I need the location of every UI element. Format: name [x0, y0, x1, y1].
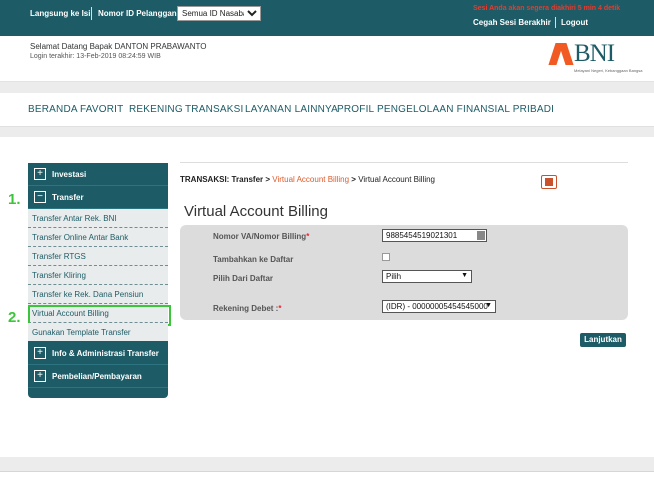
print-icon[interactable]	[541, 175, 557, 189]
sidebar: + Investasi − Transfer Transfer Antar Re…	[28, 163, 171, 398]
divider	[555, 17, 556, 28]
sidebar-item-info-admin[interactable]: + Info & Administrasi Transfer	[28, 342, 168, 365]
va-number-input[interactable]: 9885454519021301	[382, 229, 487, 242]
nav-favorit[interactable]: FAVORIT	[80, 104, 123, 115]
debit-account-select[interactable]: (IDR) - 00000005454545000 ▼	[382, 300, 496, 313]
sidebar-subitem-transfer-antar-rek[interactable]: Transfer Antar Rek. BNI	[28, 209, 168, 228]
main-nav: BERANDA FAVORIT REKENING TRANSAKSI LAYAN…	[0, 93, 654, 127]
sidebar-item-transfer[interactable]: − Transfer	[28, 186, 168, 209]
session-warning: Sesi Anda akan segera diakhiri 5 min 4 d…	[473, 5, 621, 12]
continue-button[interactable]: Lanjutkan	[580, 333, 626, 347]
logo-mark-icon	[548, 43, 574, 65]
debit-account-label: Rekening Debet :*	[213, 304, 282, 313]
main-content: + Investasi − Transfer Transfer Antar Re…	[0, 137, 654, 457]
welcome-bar: Selamat Datang Bapak DANTON PRABAWANTO L…	[0, 36, 654, 82]
top-bar: Langsung ke Isi Nomor ID Pelanggan: Semu…	[0, 0, 654, 36]
add-to-list-checkbox[interactable]	[382, 253, 390, 261]
sidebar-subitem-transfer-online[interactable]: Transfer Online Antar Bank	[28, 228, 168, 247]
chevron-down-icon: ▼	[461, 272, 468, 279]
input-spinner-icon	[477, 231, 485, 240]
nav-pengelolaan-finansial[interactable]: PENGELOLAAN FINANSIAL PRIBADI	[377, 104, 554, 115]
nav-layanan-lainnya[interactable]: LAYANAN LAINNYA	[245, 104, 338, 115]
bni-logo: BNI Melayani Negeri, Kebanggaan Bangsa	[548, 40, 643, 74]
step-marker-2: 2.	[8, 309, 21, 326]
sidebar-item-investasi[interactable]: + Investasi	[28, 163, 168, 186]
sidebar-subitem-transfer-rtgs[interactable]: Transfer RTGS	[28, 247, 168, 266]
step-marker-1: 1.	[8, 191, 21, 208]
plus-icon: +	[34, 347, 46, 359]
nav-beranda[interactable]: BERANDA	[28, 104, 78, 115]
sidebar-subitem-virtual-account-billing[interactable]: Virtual Account Billing	[28, 304, 171, 326]
breadcrumb-current: Virtual Account Billing	[358, 175, 435, 184]
customer-id-label: Nomor ID Pelanggan:	[98, 9, 180, 18]
breadcrumb-link[interactable]: Virtual Account Billing	[272, 175, 349, 184]
prevent-session-end-link[interactable]: Cegah Sesi Berakhir	[473, 18, 551, 27]
minus-icon: −	[34, 191, 46, 203]
sidebar-footer	[28, 388, 168, 398]
nav-profil[interactable]: PROFIL	[337, 104, 374, 115]
add-to-list-label: Tambahkan ke Daftar	[213, 255, 294, 264]
sidebar-item-pembelian[interactable]: + Pembelian/Pembayaran	[28, 365, 168, 388]
last-login: Login terakhir: 13-Feb-2019 08:24:59 WIB	[30, 53, 161, 60]
logout-link[interactable]: Logout	[561, 18, 588, 27]
skip-to-content-link[interactable]: Langsung ke Isi	[30, 9, 90, 18]
greeting: Selamat Datang Bapak DANTON PRABAWANTO	[30, 42, 207, 51]
nav-rekening[interactable]: REKENING	[129, 104, 183, 115]
sidebar-item-label: Pembelian/Pembayaran	[52, 372, 142, 381]
form-panel: Nomor VA/Nomor Billing* 9885454519021301…	[180, 225, 628, 320]
sidebar-item-label: Investasi	[52, 170, 87, 179]
plus-icon: +	[34, 370, 46, 382]
choose-from-list-select[interactable]: Pilih ▼	[382, 270, 472, 283]
logo-tagline: Melayani Negeri, Kebanggaan Bangsa	[574, 68, 643, 73]
breadcrumb: TRANSAKSI: Transfer > Virtual Account Bi…	[180, 175, 435, 184]
sidebar-subitem-dana-pensiun[interactable]: Transfer ke Rek. Dana Pensiun	[28, 285, 168, 304]
sidebar-subitem-template-transfer[interactable]: Gunakan Template Transfer	[28, 323, 168, 342]
breadcrumb-prefix: TRANSAKSI: Transfer >	[180, 175, 271, 184]
choose-from-list-label: Pilih Dari Daftar	[213, 274, 274, 283]
sidebar-item-label: Info & Administrasi Transfer	[52, 349, 159, 358]
sidebar-item-label: Transfer	[52, 193, 84, 202]
breadcrumb-separator: >	[351, 175, 356, 184]
chevron-down-icon: ▼	[485, 302, 492, 309]
plus-icon: +	[34, 168, 46, 180]
va-number-label: Nomor VA/Nomor Billing*	[213, 232, 310, 241]
customer-id-select[interactable]: Semua ID Nasabah	[177, 6, 261, 21]
divider	[91, 7, 92, 20]
nav-transaksi[interactable]: TRANSAKSI	[185, 104, 243, 115]
logo-name: BNI	[574, 40, 615, 67]
page-title: Virtual Account Billing	[184, 203, 328, 220]
sidebar-subitem-transfer-kliring[interactable]: Transfer Kliring	[28, 266, 168, 285]
